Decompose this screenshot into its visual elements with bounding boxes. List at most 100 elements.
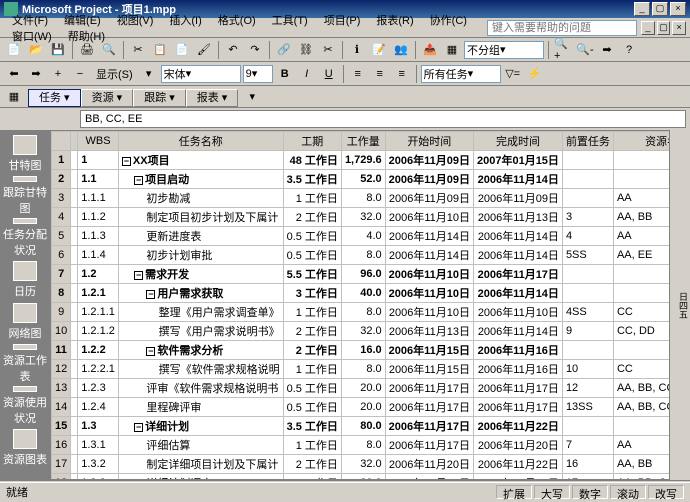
- autofilter-button[interactable]: ▽=: [503, 64, 523, 84]
- column-header[interactable]: 前置任务: [562, 132, 613, 151]
- column-header[interactable]: 任务名称: [118, 132, 283, 151]
- sidebar-view[interactable]: 甘特图: [3, 134, 47, 174]
- doc-close-button[interactable]: ×: [672, 21, 686, 35]
- task-row[interactable]: 21.1 −项目启动3.5 工作日52.02006年11月09日2006年11月…: [52, 170, 671, 189]
- group-select[interactable]: 不分组 ▾: [464, 41, 544, 59]
- menu-c[interactable]: 协作(C): [422, 13, 475, 29]
- menu-v[interactable]: 视图(V): [109, 13, 162, 29]
- menu-r[interactable]: 报表(R): [368, 13, 421, 29]
- show-subtasks-button[interactable]: +: [48, 64, 68, 84]
- preview-button[interactable]: 🔍: [99, 40, 119, 60]
- redo-button[interactable]: ↷: [245, 40, 265, 60]
- close-button[interactable]: ×: [670, 2, 686, 16]
- new-button[interactable]: 📄: [4, 40, 24, 60]
- outdent-button[interactable]: ⬅: [4, 64, 24, 84]
- assign-button[interactable]: 👥: [391, 40, 411, 60]
- column-header[interactable]: 工作量: [341, 132, 385, 151]
- help-button[interactable]: ?: [619, 40, 639, 60]
- unlink-button[interactable]: ⛓: [296, 40, 316, 60]
- menu-i[interactable]: 插入(I): [161, 13, 209, 29]
- menu-e[interactable]: 编辑(E): [56, 13, 109, 29]
- split-button[interactable]: ✂: [318, 40, 338, 60]
- view-tab[interactable]: 跟踪 ▾: [133, 89, 186, 107]
- align-right-button[interactable]: ≡: [392, 64, 412, 84]
- menu-o[interactable]: 格式(O): [210, 13, 264, 29]
- maximize-button[interactable]: ▢: [652, 2, 668, 16]
- undo-button[interactable]: ↶: [223, 40, 243, 60]
- column-header[interactable]: 工期: [283, 132, 341, 151]
- zoom-in-button[interactable]: 🔍+: [553, 40, 573, 60]
- menu-t[interactable]: 工具(T): [264, 13, 316, 29]
- size-select[interactable]: 9 ▾: [243, 65, 273, 83]
- doc-restore-button[interactable]: ▢: [657, 21, 671, 35]
- sidebar-view[interactable]: 任务分配状况: [3, 218, 47, 258]
- sidebar-view[interactable]: 资源图表: [3, 428, 47, 468]
- column-header[interactable]: WBS: [78, 132, 119, 151]
- menu-p[interactable]: 项目(P): [316, 13, 369, 29]
- zoom-out-button[interactable]: 🔍-: [575, 40, 595, 60]
- task-row[interactable]: 71.2 −需求开发5.5 工作日96.02006年11月10日2006年11月…: [52, 265, 671, 284]
- task-row[interactable]: 161.3.1 评细估算1 工作日8.02006年11月17日2006年11月2…: [52, 436, 671, 455]
- task-row[interactable]: 81.2.1 −用户需求获取3 工作日40.02006年11月10日2006年1…: [52, 284, 671, 303]
- hide-subtasks-button[interactable]: −: [70, 64, 90, 84]
- copy-button[interactable]: 📋: [150, 40, 170, 60]
- task-row[interactable]: 41.1.2 制定项目初步计划及下属计2 工作日32.02006年11月10日2…: [52, 208, 671, 227]
- task-row[interactable]: 171.3.2 制定详细项目计划及下属计2 工作日32.02006年11月20日…: [52, 455, 671, 474]
- save-button[interactable]: 💾: [48, 40, 68, 60]
- view-tab[interactable]: 报表 ▾: [186, 89, 239, 107]
- goto-button[interactable]: ➡: [597, 40, 617, 60]
- task-row[interactable]: 61.1.4 初步计划审批0.5 工作日8.02006年11月14日2006年1…: [52, 246, 671, 265]
- task-row[interactable]: 101.2.1.2 撰写《用户需求说明书》2 工作日32.02006年11月13…: [52, 322, 671, 341]
- task-row[interactable]: 121.2.2.1 撰写《软件需求规格说明1 工作日8.02006年11月15日…: [52, 360, 671, 379]
- view-tab[interactable]: 资源 ▾: [81, 89, 134, 107]
- task-row[interactable]: 31.1.1 初步勘减1 工作日8.02006年11月09日2006年11月09…: [52, 189, 671, 208]
- task-row[interactable]: 11−XX项目48 工作日1,729.62006年11月09日2007年01月1…: [52, 151, 671, 170]
- link-button[interactable]: 🔗: [274, 40, 294, 60]
- task-row[interactable]: 151.3 −详细计划3.5 工作日80.02006年11月17日2006年11…: [52, 417, 671, 436]
- task-row[interactable]: 111.2.2 −软件需求分析2 工作日16.02006年11月15日2006年…: [52, 341, 671, 360]
- italic-button[interactable]: I: [297, 64, 317, 84]
- sidebar-view[interactable]: 跟踪甘特图: [3, 176, 47, 216]
- sidebar-view[interactable]: 日历: [3, 260, 47, 300]
- column-header[interactable]: 开始时间: [385, 132, 473, 151]
- bold-button[interactable]: B: [275, 64, 295, 84]
- task-grid[interactable]: WBS任务名称工期工作量开始时间完成时间前置任务资源名称11−XX项目48 工作…: [50, 130, 670, 480]
- paste-button[interactable]: 📄: [172, 40, 192, 60]
- task-row[interactable]: 91.2.1.1 整理《用户需求调查单》1 工作日8.02006年11月10日2…: [52, 303, 671, 322]
- underline-button[interactable]: U: [319, 64, 339, 84]
- filter-select[interactable]: 所有任务 ▾: [421, 65, 501, 83]
- show-dropdown[interactable]: ▾: [139, 64, 159, 84]
- indent-button[interactable]: ➡: [26, 64, 46, 84]
- menu-f[interactable]: 文件(F): [4, 13, 56, 29]
- info-button[interactable]: ℹ: [347, 40, 367, 60]
- task-row[interactable]: 141.2.4 里程碑评审0.5 工作日20.02006年11月17日2006年…: [52, 398, 671, 417]
- minimize-button[interactable]: _: [634, 2, 650, 16]
- column-header[interactable]: 完成时间: [473, 132, 562, 151]
- column-header[interactable]: 资源名称: [613, 132, 670, 151]
- publish-button[interactable]: 📤: [420, 40, 440, 60]
- print-button[interactable]: 🖨: [77, 40, 97, 60]
- view-dropdown[interactable]: ▾: [242, 87, 262, 107]
- wizard-button[interactable]: ⚡: [525, 64, 545, 84]
- task-row[interactable]: 51.1.3 更新进度表0.5 工作日4.02006年11月14日2006年11…: [52, 227, 671, 246]
- column-header[interactable]: [52, 132, 71, 151]
- views-button[interactable]: ▦: [4, 87, 24, 107]
- cut-button[interactable]: ✂: [128, 40, 148, 60]
- sidebar-view[interactable]: 资源工作表: [3, 344, 47, 384]
- notes-button[interactable]: 📝: [369, 40, 389, 60]
- column-header[interactable]: [71, 132, 78, 151]
- align-left-button[interactable]: ≡: [348, 64, 368, 84]
- task-row[interactable]: 181.3.3 详细计划评审0.5 工作日20.02006年11月22日2006…: [52, 474, 671, 481]
- font-select[interactable]: 宋体 ▾: [161, 65, 241, 83]
- sidebar-view[interactable]: 资源使用状况: [3, 386, 47, 426]
- view-tab[interactable]: 任务 ▾: [28, 89, 81, 107]
- open-button[interactable]: 📂: [26, 40, 46, 60]
- task-row[interactable]: 131.2.3 评审《软件需求规格说明书0.5 工作日20.02006年11月1…: [52, 379, 671, 398]
- group-button[interactable]: ▦: [442, 40, 462, 60]
- format-painter-button[interactable]: 🖌: [194, 40, 214, 60]
- align-center-button[interactable]: ≡: [370, 64, 390, 84]
- entry-bar[interactable]: BB, CC, EE: [80, 110, 686, 128]
- sidebar-view[interactable]: 网络图: [3, 302, 47, 342]
- help-search-input[interactable]: [487, 20, 637, 36]
- doc-minimize-button[interactable]: _: [641, 21, 655, 35]
